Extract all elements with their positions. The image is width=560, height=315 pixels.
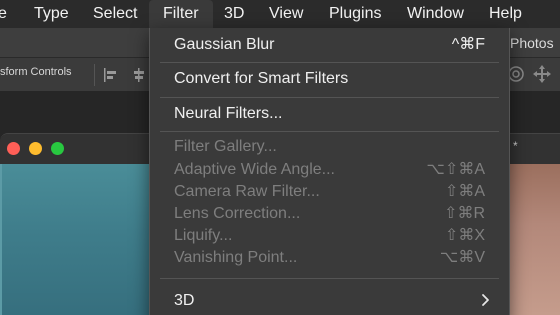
menu-item-neural-filters[interactable]: Neural Filters... xyxy=(150,103,509,125)
liquify-label: Liquify... xyxy=(174,227,233,244)
adaptive-wide-angle-shortcut: ⌥⇧⌘A xyxy=(426,161,485,178)
menu-bar: e Type Select Filter 3D View Plugins Win… xyxy=(0,0,560,28)
camera-raw-filter-shortcut: ⇧⌘A xyxy=(444,183,485,200)
menu-item-liquify[interactable]: Liquify... ⇧⌘X xyxy=(150,225,509,247)
adaptive-wide-angle-label: Adaptive Wide Angle... xyxy=(174,161,335,178)
canvas-image-right[interactable] xyxy=(510,164,560,315)
modified-indicator: * xyxy=(513,139,518,153)
menu-item-lens-correction[interactable]: Lens Correction... ⇧⌘R xyxy=(150,203,509,225)
filter-menu: Gaussian Blur ^⌘F Convert for Smart Filt… xyxy=(149,28,510,315)
menu-item-camera-raw-filter[interactable]: Camera Raw Filter... ⇧⌘A xyxy=(150,181,509,203)
neural-filters-label: Neural Filters... xyxy=(174,105,283,122)
menu-window[interactable]: Window xyxy=(407,4,464,24)
camera-raw-filter-label: Camera Raw Filter... xyxy=(174,183,320,200)
gaussian-blur-label: Gaussian Blur xyxy=(174,36,275,53)
chevron-right-icon xyxy=(481,292,491,308)
move-icon[interactable] xyxy=(532,64,552,84)
minimize-window-button[interactable] xyxy=(29,142,42,155)
menu-3d[interactable]: 3D xyxy=(224,4,244,24)
menu-edit-partial[interactable]: e xyxy=(0,4,7,24)
menu-help[interactable]: Help xyxy=(489,4,522,24)
menu-item-3d[interactable]: 3D xyxy=(150,290,509,312)
convert-smart-filters-label: Convert for Smart Filters xyxy=(174,70,349,87)
menu-item-filter-gallery[interactable]: Filter Gallery... xyxy=(150,136,509,158)
gaussian-blur-shortcut: ^⌘F xyxy=(451,36,485,53)
filter-gallery-label: Filter Gallery... xyxy=(174,138,277,155)
vanishing-point-label: Vanishing Point... xyxy=(174,249,298,266)
canvas-edge xyxy=(0,164,2,315)
menu-item-convert-smart-filters[interactable]: Convert for Smart Filters xyxy=(150,68,509,90)
menu-filter[interactable]: Filter xyxy=(149,0,213,28)
menu-divider xyxy=(160,131,499,132)
liquify-shortcut: ⇧⌘X xyxy=(444,227,485,244)
menu-select[interactable]: Select xyxy=(93,4,137,24)
menu-view[interactable]: View xyxy=(269,4,303,24)
3d-submenu-label: 3D xyxy=(174,292,195,309)
canvas-image-left[interactable] xyxy=(0,164,150,315)
zoom-window-button[interactable] xyxy=(51,142,64,155)
menu-item-adaptive-wide-angle[interactable]: Adaptive Wide Angle... ⌥⇧⌘A xyxy=(150,159,509,181)
menu-item-vanishing-point[interactable]: Vanishing Point... ⌥⌘V xyxy=(150,247,509,269)
workspace-label[interactable]: Photos xyxy=(510,35,554,51)
transform-controls-label[interactable]: sform Controls xyxy=(0,66,72,78)
menu-divider xyxy=(160,97,499,98)
menu-plugins[interactable]: Plugins xyxy=(329,4,381,24)
close-window-button[interactable] xyxy=(7,142,20,155)
menu-type[interactable]: Type xyxy=(34,4,69,24)
lens-correction-label: Lens Correction... xyxy=(174,205,301,222)
lens-correction-shortcut: ⇧⌘R xyxy=(444,205,485,222)
menu-divider xyxy=(160,62,499,63)
align-left-icon[interactable] xyxy=(102,64,120,86)
menu-item-gaussian-blur[interactable]: Gaussian Blur ^⌘F xyxy=(150,34,509,56)
vanishing-point-shortcut: ⌥⌘V xyxy=(439,249,485,266)
options-divider xyxy=(94,64,95,86)
menu-divider xyxy=(160,278,499,279)
align-center-icon[interactable] xyxy=(130,64,148,86)
